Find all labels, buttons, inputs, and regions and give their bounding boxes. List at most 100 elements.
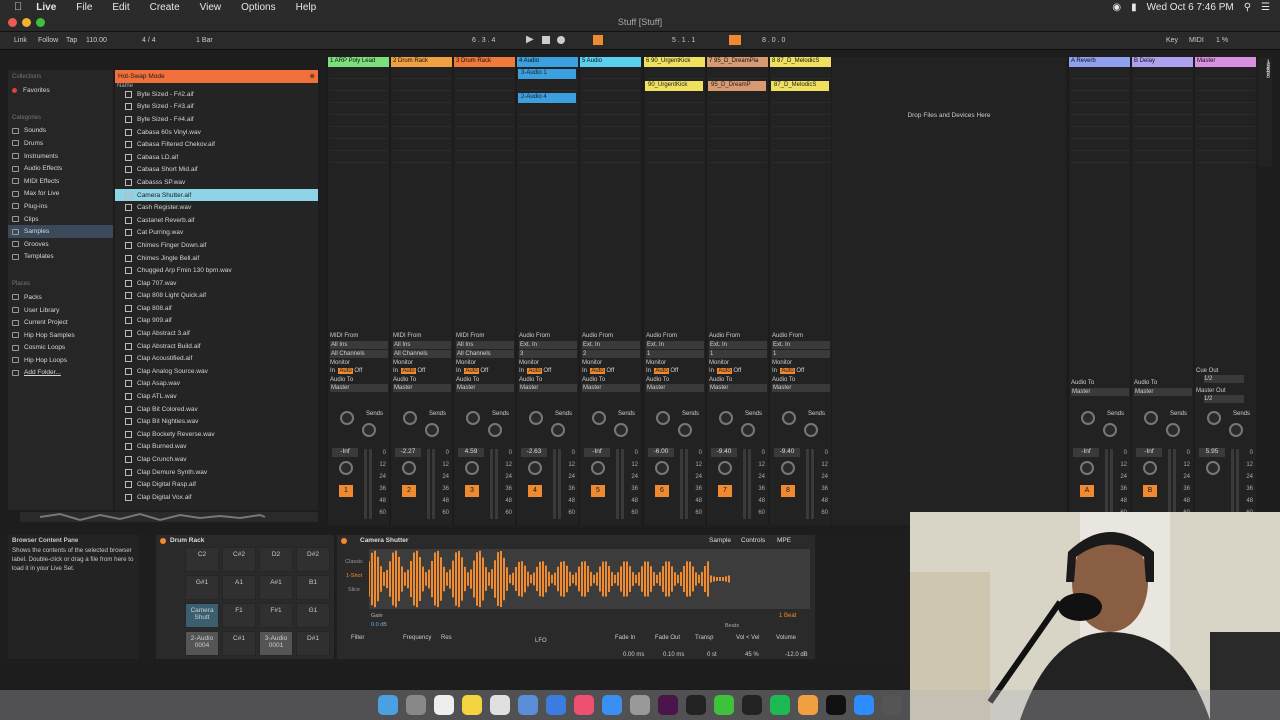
drum-pad[interactable]: G1 [296, 603, 330, 628]
file-item[interactable]: Cash Register.wav [115, 201, 318, 214]
clip-slot[interactable] [330, 69, 388, 79]
clip[interactable]: 95_D_DreamP [708, 81, 766, 91]
category-item-sounds[interactable]: Sounds [8, 125, 113, 138]
send-a-knob[interactable] [1144, 411, 1158, 425]
clock[interactable]: Wed Oct 6 7:46 PM [1147, 2, 1234, 13]
place-item[interactable]: Cosmic Loops [8, 342, 113, 355]
drum-pad[interactable]: A#1 [259, 575, 293, 600]
clip-slot[interactable] [1071, 129, 1129, 139]
preview-waveform[interactable] [20, 512, 318, 522]
screens-icon[interactable] [882, 695, 902, 715]
clip-slot[interactable] [582, 117, 640, 127]
clip-slot[interactable] [582, 69, 640, 79]
clip-slot[interactable] [393, 69, 451, 79]
volume-field[interactable]: -9.40 [711, 448, 737, 457]
place-item[interactable]: Hip Hop Samples [8, 329, 113, 342]
send-b-knob[interactable] [741, 423, 755, 437]
file-item[interactable]: Clap Acoustified.aif [115, 352, 318, 365]
file-item[interactable]: Chugged Arp Fmin 130 bpm.wav [115, 264, 318, 277]
file-item[interactable]: Byte Sized - F#4.aif [115, 113, 318, 126]
hot-swap-bar[interactable]: Hot-Swap Mode ⊗ [115, 70, 318, 83]
clip-slot[interactable] [330, 93, 388, 103]
volume-field[interactable]: 4.59 [458, 448, 484, 457]
clip-slot[interactable] [1197, 105, 1255, 115]
volume-field[interactable]: 5.95 [1199, 448, 1225, 457]
monitor-off[interactable]: Off [354, 368, 362, 374]
send-a-knob[interactable] [656, 411, 670, 425]
key-map-button[interactable]: Key [1166, 37, 1178, 44]
file-item[interactable]: Clap Asap.wav [115, 378, 318, 391]
input-channel-select[interactable]: 2 [582, 349, 640, 358]
output-select[interactable]: Master [582, 384, 640, 392]
monitor-in[interactable]: In [519, 368, 524, 374]
clip-slot[interactable] [1197, 153, 1255, 163]
photos-icon[interactable] [798, 695, 818, 715]
track-header[interactable]: B Delay [1132, 57, 1193, 67]
tempo-field[interactable]: 110.00 [86, 37, 107, 44]
send-b-knob[interactable] [1166, 423, 1180, 437]
volume-field[interactable]: -Inf [332, 448, 358, 457]
place-item[interactable]: Current Project [8, 316, 113, 329]
clip-slot[interactable] [330, 129, 388, 139]
send-a-knob[interactable] [529, 411, 543, 425]
track-header[interactable]: A Reverb [1069, 57, 1130, 67]
fade-out-value[interactable]: 0.10 ms [663, 652, 684, 658]
drum-pad[interactable]: C#1 [222, 631, 256, 656]
clip-slot[interactable] [1134, 129, 1192, 139]
menu-file[interactable]: File [76, 2, 92, 13]
file-item[interactable]: Cat Purring.wav [115, 227, 318, 240]
menu-edit[interactable]: Edit [112, 2, 129, 13]
clip-slot[interactable] [1134, 81, 1192, 91]
monitor-off[interactable]: Off [733, 368, 741, 374]
output-select[interactable]: Master [772, 384, 830, 392]
category-item-clips[interactable]: Clips [8, 213, 113, 226]
track-header[interactable]: 1 ARP Poly Lead [328, 57, 389, 67]
clip-slot[interactable] [772, 117, 830, 127]
pan-knob[interactable] [781, 461, 795, 475]
file-item[interactable]: Clap Abstract Build.aif [115, 340, 318, 353]
category-item-plug-ins[interactable]: Plug-ins [8, 200, 113, 213]
input-channel-select[interactable]: All Channels [330, 349, 388, 358]
input-type-select[interactable]: All Ins [456, 340, 514, 349]
clip-slot[interactable] [1197, 81, 1255, 91]
clip-slot[interactable] [519, 105, 577, 115]
track-header[interactable]: 6 90_UrgentKick [644, 57, 705, 67]
drum-pad[interactable]: 2-Audio 0004 [185, 631, 219, 656]
drum-pad[interactable]: 3-Audio 0001 [259, 631, 293, 656]
terminal-icon[interactable] [742, 695, 762, 715]
file-item[interactable]: Clap Analog Source.wav [115, 365, 318, 378]
mode-classic[interactable]: Classic [341, 555, 367, 569]
monitor-in[interactable]: In [582, 368, 587, 374]
loop-toggle[interactable] [729, 35, 741, 45]
file-item[interactable]: Cabasa Short Mid.aif [115, 164, 318, 177]
category-item-drums[interactable]: Drums [8, 137, 113, 150]
monitor-auto[interactable]: Auto [654, 368, 669, 374]
clip-slot[interactable] [1134, 69, 1192, 79]
menu-live[interactable]: Live [36, 2, 56, 13]
pan-knob[interactable] [655, 461, 669, 475]
clip-slot[interactable] [330, 153, 388, 163]
launchpad-icon[interactable] [406, 695, 426, 715]
clip-slot[interactable] [646, 105, 704, 115]
file-item[interactable]: Clap Bit Colored.wav [115, 403, 318, 416]
output-select[interactable]: Master [709, 384, 767, 392]
input-type-select[interactable]: All Ins [393, 340, 451, 349]
output-select[interactable]: Master [519, 384, 577, 392]
track-header[interactable]: 3 Drum Rack [454, 57, 515, 67]
search-icon[interactable]: ⚲ [1244, 2, 1251, 13]
clip-slot[interactable] [1197, 69, 1255, 79]
input-channel-select[interactable]: All Channels [456, 349, 514, 358]
clip-slot[interactable] [709, 153, 767, 163]
clip-slot[interactable] [772, 69, 830, 79]
clip-slot[interactable] [772, 105, 830, 115]
drop-area[interactable]: Drop Files and Devices Here [832, 57, 1066, 525]
clip-slot[interactable] [393, 129, 451, 139]
file-item[interactable]: Clap ATL.wav [115, 390, 318, 403]
pan-knob[interactable] [465, 461, 479, 475]
send-b-knob[interactable] [1103, 423, 1117, 437]
clip-slot[interactable] [709, 105, 767, 115]
track-activator[interactable]: 8 [781, 485, 795, 497]
clip-slot[interactable] [519, 141, 577, 151]
clip-slot[interactable] [1071, 69, 1129, 79]
track-activator[interactable]: 2 [402, 485, 416, 497]
